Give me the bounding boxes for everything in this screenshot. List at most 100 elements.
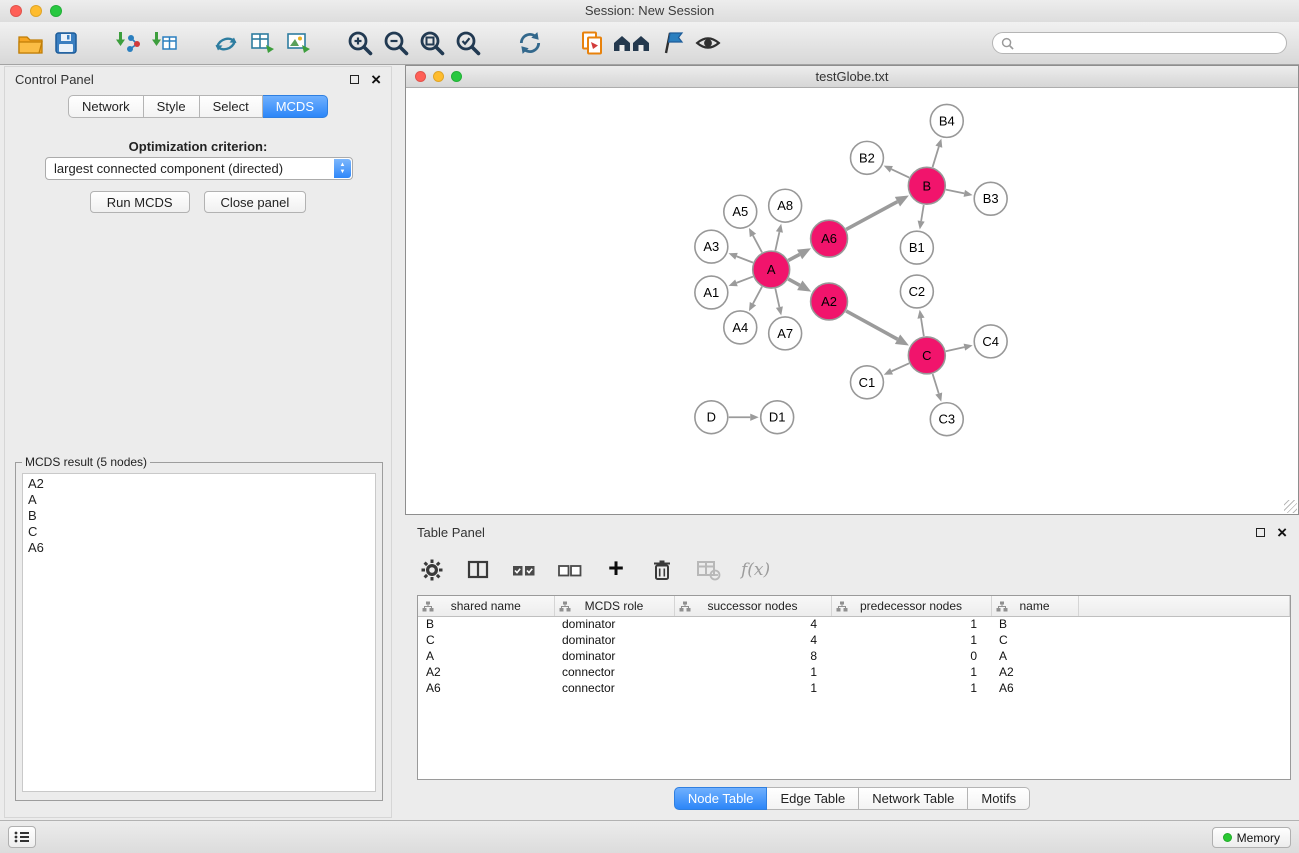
table-cell[interactable]: 1 <box>831 680 991 696</box>
search-input[interactable] <box>1019 35 1278 51</box>
graph-edge-A-A3[interactable] <box>736 256 753 262</box>
table-cell[interactable]: 1 <box>674 664 831 680</box>
memory-button[interactable]: Memory <box>1212 827 1291 848</box>
column-header-MCDS-role[interactable]: MCDS role <box>554 596 674 616</box>
graph-edge-C-C4[interactable] <box>946 347 965 351</box>
save-session-button[interactable] <box>48 26 84 60</box>
table-row[interactable]: A6connector11A6 <box>418 680 1290 696</box>
zoom-fit-button[interactable] <box>414 26 450 60</box>
graph-node-B3[interactable]: B3 <box>974 182 1007 215</box>
table-cell[interactable]: A6 <box>418 680 554 696</box>
table-cell[interactable]: A2 <box>991 664 1078 680</box>
zoom-selected-button[interactable] <box>450 26 486 60</box>
select-all-button[interactable] <box>511 557 537 583</box>
table-cell[interactable]: B <box>418 616 554 632</box>
mcds-result-item[interactable]: B <box>28 508 370 524</box>
graph-node-C[interactable]: C <box>908 337 945 374</box>
graph-node-C4[interactable]: C4 <box>974 325 1007 358</box>
graph-node-A1[interactable]: A1 <box>695 276 728 309</box>
graph-edge-A-A7[interactable] <box>775 289 779 308</box>
table-cell[interactable]: A <box>418 648 554 664</box>
float-panel-icon[interactable] <box>350 75 359 84</box>
table-cell[interactable]: A <box>991 648 1078 664</box>
table-export-button[interactable] <box>244 26 280 60</box>
graph-edge-B-B2[interactable] <box>891 169 909 177</box>
tab-network-table[interactable]: Network Table <box>859 787 968 810</box>
deselect-all-button[interactable] <box>557 557 583 583</box>
table-settings-button[interactable] <box>419 557 445 583</box>
zoom-in-button[interactable] <box>342 26 378 60</box>
network-graph[interactable]: B4B2BB3A5A8A6A3B1AC2A1A2A4A7C4CC1DD1C3 <box>406 89 1298 514</box>
tab-node-table[interactable]: Node Table <box>674 787 768 810</box>
close-panel-icon[interactable]: × <box>371 71 381 88</box>
table-cell[interactable]: 1 <box>831 664 991 680</box>
image-export-button[interactable] <box>280 26 316 60</box>
table-close-panel-icon[interactable]: × <box>1277 524 1287 541</box>
column-header-name[interactable]: name <box>991 596 1078 616</box>
table-cell[interactable]: dominator <box>554 632 674 648</box>
mcds-result-item[interactable]: A <box>28 492 370 508</box>
tab-motifs[interactable]: Motifs <box>968 787 1030 810</box>
graph-node-A5[interactable]: A5 <box>724 195 757 228</box>
table-cell[interactable]: connector <box>554 664 674 680</box>
table-cell[interactable]: connector <box>554 680 674 696</box>
table-row[interactable]: Adominator80A <box>418 648 1290 664</box>
graph-edge-A-A8[interactable] <box>775 232 779 251</box>
table-row[interactable]: A2connector11A2 <box>418 664 1290 680</box>
open-session-button[interactable] <box>12 26 48 60</box>
graph-node-A[interactable]: A <box>753 251 790 288</box>
mcds-result-item[interactable]: C <box>28 524 370 540</box>
table-cell[interactable]: 0 <box>831 648 991 664</box>
graph-node-A3[interactable]: A3 <box>695 230 728 263</box>
graph-edge-C-C2[interactable] <box>921 318 924 336</box>
table-row[interactable]: Cdominator41C <box>418 632 1290 648</box>
network-arrows-button[interactable] <box>208 26 244 60</box>
table-cell[interactable]: 8 <box>674 648 831 664</box>
criterion-select[interactable]: largest connected component (directed) ▲… <box>45 157 353 180</box>
graph-edge-A-A2[interactable] <box>788 279 800 285</box>
function-builder-button[interactable]: f(x) <box>741 560 770 580</box>
graph-edge-A-A5[interactable] <box>753 235 762 252</box>
flag-button[interactable] <box>654 26 690 60</box>
graph-node-B[interactable]: B <box>908 167 945 204</box>
graph-node-C1[interactable]: C1 <box>851 366 884 399</box>
table-float-panel-icon[interactable] <box>1256 528 1265 537</box>
table-cell[interactable]: dominator <box>554 648 674 664</box>
graph-node-A4[interactable]: A4 <box>724 311 757 344</box>
tab-edge-table[interactable]: Edge Table <box>767 787 859 810</box>
mcds-result-item[interactable]: A2 <box>28 476 370 492</box>
column-header-shared-name[interactable]: shared name <box>418 596 554 616</box>
zoom-out-button[interactable] <box>378 26 414 60</box>
table-cell[interactable]: 1 <box>831 616 991 632</box>
column-visibility-button[interactable] <box>465 557 491 583</box>
table-cell[interactable]: 1 <box>831 632 991 648</box>
refresh-button[interactable] <box>512 26 548 60</box>
graph-node-C3[interactable]: C3 <box>930 403 963 436</box>
graph-edge-A-A6[interactable] <box>788 254 799 260</box>
column-header-successor-nodes[interactable]: successor nodes <box>674 596 831 616</box>
graph-edge-A6-B[interactable] <box>846 202 897 230</box>
graph-edge-B-B3[interactable] <box>946 190 964 194</box>
graph-node-C2[interactable]: C2 <box>900 275 933 308</box>
table-cell[interactable]: A2 <box>418 664 554 680</box>
network-canvas[interactable]: B4B2BB3A5A8A6A3B1AC2A1A2A4A7C4CC1DD1C3 <box>406 89 1298 514</box>
graph-node-A2[interactable]: A2 <box>811 283 848 320</box>
task-history-button[interactable] <box>8 826 36 848</box>
delete-column-button[interactable] <box>649 557 675 583</box>
table-cell[interactable]: A6 <box>991 680 1078 696</box>
graph-edge-B-B1[interactable] <box>921 205 924 221</box>
graph-node-B4[interactable]: B4 <box>930 104 963 137</box>
tab-select[interactable]: Select <box>200 95 263 118</box>
network-window-titlebar[interactable]: testGlobe.txt <box>406 66 1298 88</box>
mcds-result-list[interactable]: A2ABCA6 <box>22 473 376 792</box>
graph-node-B1[interactable]: B1 <box>900 231 933 264</box>
import-network-button[interactable] <box>110 26 146 60</box>
resize-grip[interactable] <box>1284 500 1297 513</box>
graph-edge-A-A4[interactable] <box>753 287 762 304</box>
close-panel-button[interactable]: Close panel <box>204 191 307 213</box>
show-details-button[interactable] <box>690 26 726 60</box>
node-table[interactable]: shared nameMCDS rolesuccessor nodesprede… <box>418 596 1290 696</box>
home-button[interactable] <box>610 26 654 60</box>
search-field[interactable] <box>992 32 1287 54</box>
documents-button[interactable] <box>574 26 610 60</box>
